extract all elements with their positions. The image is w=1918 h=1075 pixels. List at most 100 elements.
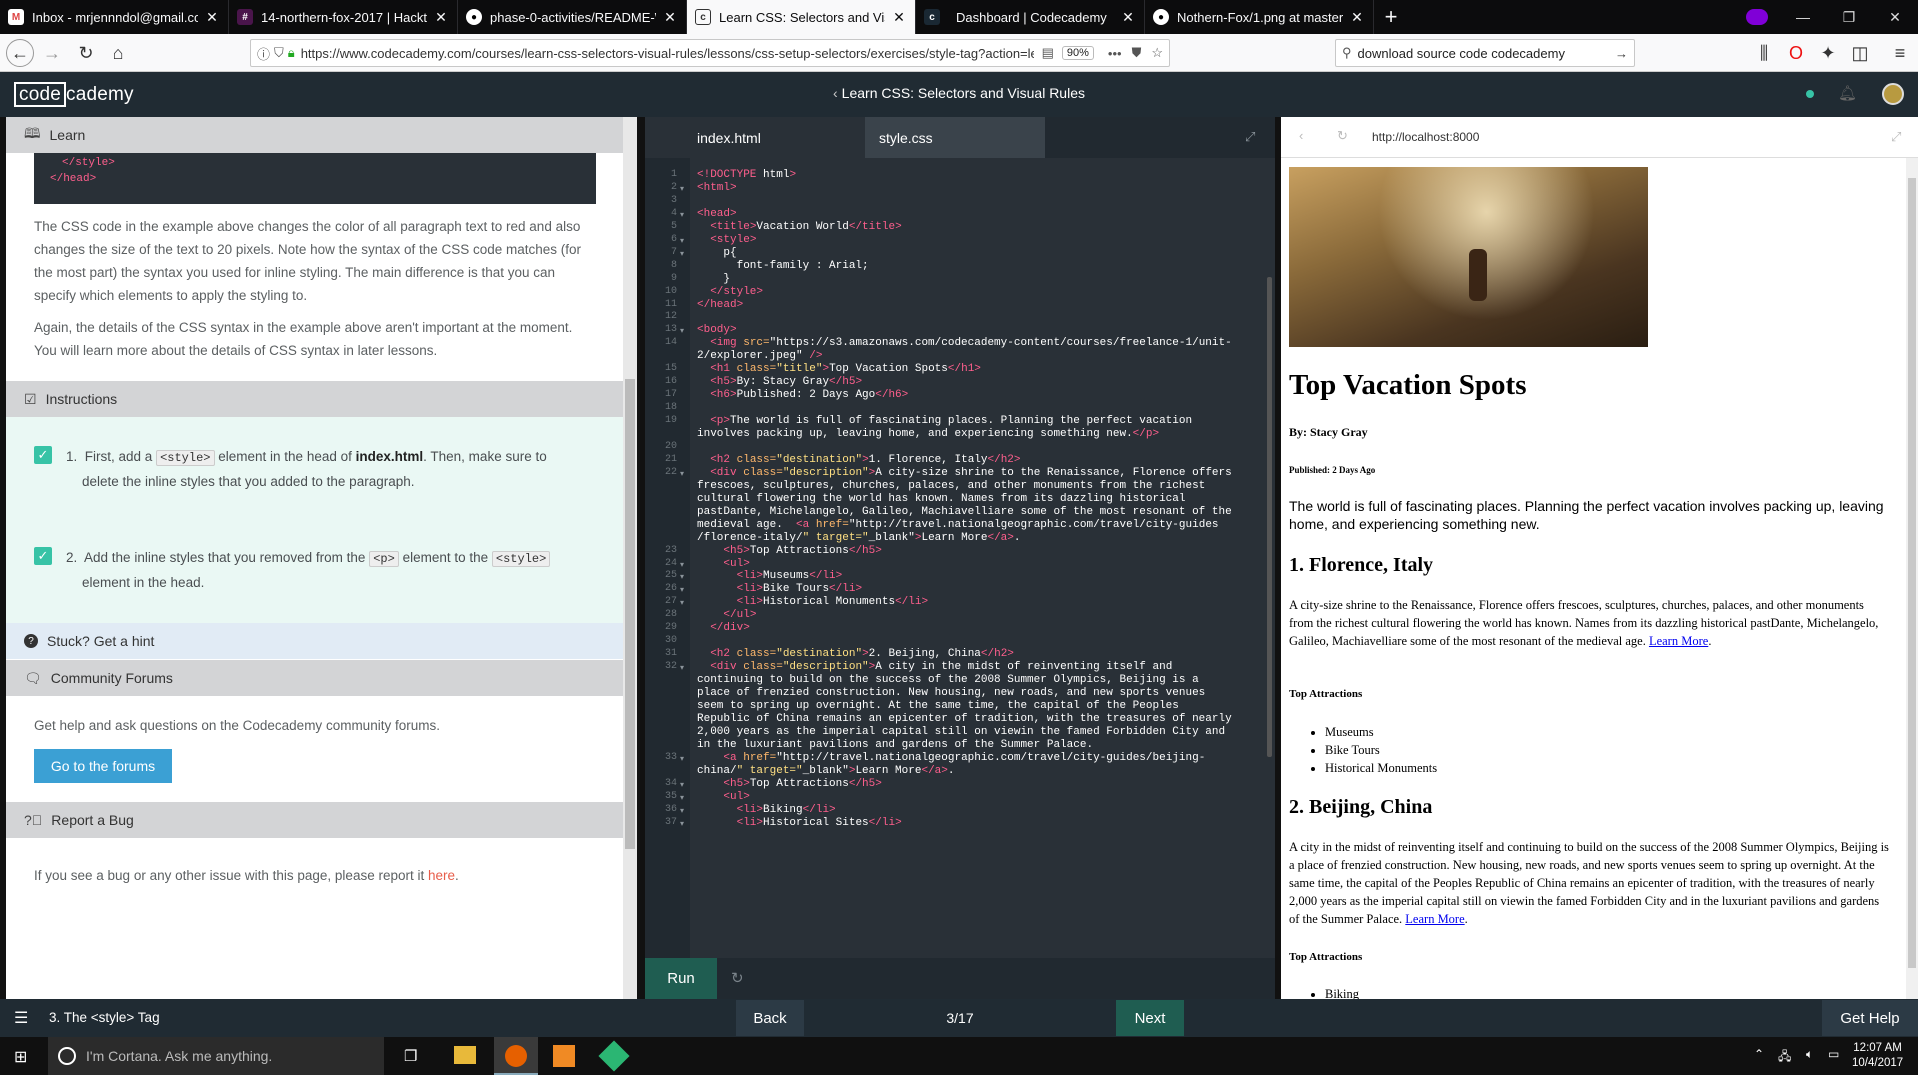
code-line[interactable] bbox=[697, 440, 1272, 454]
close-icon[interactable]: ✕ bbox=[204, 9, 220, 26]
close-icon[interactable]: ✕ bbox=[1349, 9, 1365, 26]
learn-more-link[interactable]: Learn More bbox=[1649, 634, 1708, 648]
sublime-text-icon[interactable] bbox=[553, 1045, 575, 1067]
close-icon[interactable]: ✕ bbox=[1120, 9, 1136, 26]
code-line[interactable]: Republic of China remains an epicenter o… bbox=[697, 712, 1272, 726]
notification-icon[interactable]: ▭ bbox=[1828, 1047, 1839, 1061]
preview-expand-icon[interactable]: ⤢ bbox=[1891, 129, 1901, 145]
code-line[interactable]: <h5>Top Attractions</h5> bbox=[697, 544, 1272, 558]
reader-view-icon[interactable]: ▤ bbox=[1042, 45, 1054, 61]
back-button[interactable]: Back bbox=[736, 1000, 804, 1036]
code-line[interactable]: <h5>Top Attractions</h5> bbox=[697, 777, 1272, 791]
code-line[interactable]: place of frenzied construction. New hous… bbox=[697, 686, 1272, 700]
code-line[interactable]: <h1 class="title">Top Vacation Spots</h1… bbox=[697, 362, 1272, 376]
report-bug-section-header[interactable]: ?⃝ Report a Bug bbox=[6, 802, 623, 838]
report-here-link[interactable]: here bbox=[428, 868, 455, 883]
code-line[interactable]: p{ bbox=[697, 246, 1272, 260]
windows-start-icon[interactable]: ⊞ bbox=[14, 1047, 27, 1067]
code-line[interactable]: <body> bbox=[697, 323, 1272, 337]
code-line[interactable]: </div> bbox=[697, 621, 1272, 635]
cortana-search[interactable]: I'm Cortana. Ask me anything. bbox=[48, 1037, 384, 1075]
reload-icon[interactable]: ↻ bbox=[72, 39, 100, 67]
go-to-forums-button[interactable]: Go to the forums bbox=[34, 749, 172, 783]
tab-github-readme[interactable]: ● phase-0-activities/README-W ✕ bbox=[458, 0, 687, 34]
code-line[interactable]: <h2 class="destination">2. Beijing, Chin… bbox=[697, 647, 1272, 661]
code-line[interactable]: <div class="description">A city-size shr… bbox=[697, 466, 1272, 480]
code-line[interactable]: </head> bbox=[697, 298, 1272, 312]
code-line[interactable]: china/" target="_blank">Learn More</a>. bbox=[697, 764, 1272, 778]
get-help-button[interactable]: Get Help bbox=[1822, 1000, 1918, 1036]
code-line[interactable] bbox=[697, 401, 1272, 415]
close-icon[interactable]: ✕ bbox=[891, 9, 907, 26]
preview-refresh-icon[interactable]: ↻ bbox=[1337, 128, 1348, 144]
go-arrow-icon[interactable]: → bbox=[1615, 46, 1628, 61]
instructions-section-header[interactable]: ☑ Instructions bbox=[6, 381, 623, 417]
close-icon[interactable]: ✕ bbox=[433, 9, 449, 26]
code-line[interactable]: 2,000 years as the imperial capital stil… bbox=[697, 725, 1272, 739]
code-line[interactable]: <head> bbox=[697, 207, 1272, 221]
chevron-left-icon[interactable]: ‹ bbox=[833, 85, 838, 101]
file-explorer-icon[interactable] bbox=[454, 1046, 476, 1064]
code-line[interactable]: <style> bbox=[697, 233, 1272, 247]
code-line[interactable]: <h6>Published: 2 Days Ago</h6> bbox=[697, 388, 1272, 402]
bookmark-star-icon[interactable]: ☆ bbox=[1151, 45, 1163, 61]
code-line[interactable]: <h5>By: Stacy Gray</h5> bbox=[697, 375, 1272, 389]
tab-gmail[interactable]: M Inbox - mrjennndol@gmail.com ✕ bbox=[0, 0, 229, 34]
network-icon[interactable]: 🖧︎ bbox=[1778, 1047, 1791, 1068]
info-icon[interactable]: ⓘ bbox=[257, 44, 270, 63]
code-line[interactable]: <p>The world is full of fascinating plac… bbox=[697, 414, 1272, 428]
next-button[interactable]: Next bbox=[1116, 1000, 1184, 1036]
pocket-icon[interactable]: ⛊ bbox=[1132, 45, 1142, 61]
lesson-name[interactable]: 3. The <style> Tag bbox=[49, 1010, 160, 1025]
left-scrollbar[interactable] bbox=[623, 117, 637, 999]
expand-icon[interactable]: ⤢ bbox=[1245, 129, 1255, 145]
editor-scrollbar[interactable] bbox=[1267, 277, 1272, 757]
extension-icon[interactable]: ✦ bbox=[1814, 39, 1842, 67]
code-line[interactable]: <ul> bbox=[697, 557, 1272, 571]
code-line[interactable]: } bbox=[697, 272, 1272, 286]
scrollbar-thumb[interactable] bbox=[625, 379, 635, 849]
clock[interactable]: 12:07 AM 10/4/2017 bbox=[1852, 1041, 1903, 1071]
code-line[interactable]: <li>Historical Monuments</li> bbox=[697, 595, 1272, 609]
opera-icon[interactable]: O bbox=[1782, 39, 1810, 67]
code-line[interactable]: <a href="http://travel.nationalgeographi… bbox=[697, 751, 1272, 765]
tab-dashboard[interactable]: c Dashboard | Codecademy ✕ bbox=[916, 0, 1145, 34]
code-line[interactable]: cultural flowering the world has known. … bbox=[697, 492, 1272, 506]
search-input[interactable]: download source code codecademy bbox=[1358, 46, 1615, 61]
code-line[interactable]: <li>Bike Tours</li> bbox=[697, 582, 1272, 596]
run-button[interactable]: Run bbox=[645, 958, 717, 999]
new-tab-button[interactable]: + bbox=[1374, 0, 1408, 34]
minimize-button[interactable]: — bbox=[1780, 0, 1826, 34]
close-icon[interactable]: ✕ bbox=[662, 9, 678, 26]
code-line[interactable]: <li>Biking</li> bbox=[697, 803, 1272, 817]
code-line[interactable]: <li>Historical Sites</li> bbox=[697, 816, 1272, 830]
code-line[interactable]: involves packing up, leaving home, and e… bbox=[697, 427, 1272, 441]
back-arrow-icon[interactable]: ← bbox=[6, 39, 34, 67]
code-line[interactable]: <li>Museums</li> bbox=[697, 569, 1272, 583]
code-line[interactable]: continuing to build on the success of th… bbox=[697, 673, 1272, 687]
preview-scrollbar[interactable] bbox=[1906, 158, 1918, 999]
code-line[interactable]: frescoes, sculptures, churches, palaces,… bbox=[697, 479, 1272, 493]
tab-github-image[interactable]: ● Nothern-Fox/1.png at master ✕ bbox=[1145, 0, 1374, 34]
tab-learn-css[interactable]: cLearn CSS: Selectors and Visual✕ bbox=[687, 0, 916, 34]
zoom-level[interactable]: 90% bbox=[1061, 46, 1094, 60]
code-line[interactable]: <title>Vacation World</title> bbox=[697, 220, 1272, 234]
code-line[interactable]: <img src="https://s3.amazonaws.com/codec… bbox=[697, 336, 1272, 350]
code-line[interactable]: <h2 class="destination">1. Florence, Ita… bbox=[697, 453, 1272, 467]
tray-chevron-icon[interactable]: ⌃ bbox=[1754, 1047, 1764, 1061]
volume-icon[interactable]: 🔈︎ bbox=[1806, 1047, 1813, 1062]
course-title[interactable]: Learn CSS: Selectors and Visual Rules bbox=[842, 85, 1085, 101]
code-line[interactable]: <ul> bbox=[697, 790, 1272, 804]
hamburger-menu-icon[interactable]: ≡ bbox=[1886, 39, 1914, 67]
check-icon[interactable]: ✓ bbox=[34, 446, 52, 464]
code-line[interactable]: seem to spring up overnight. At the same… bbox=[697, 699, 1272, 713]
forward-arrow-icon[interactable]: → bbox=[38, 39, 66, 67]
library-icon[interactable]: ⫼ bbox=[1750, 39, 1778, 67]
code-line[interactable]: </style> bbox=[697, 285, 1272, 299]
menu-icon[interactable]: ☰ bbox=[14, 1008, 28, 1028]
task-view-icon[interactable]: ❐ bbox=[404, 1047, 417, 1065]
code-line[interactable]: 2/explorer.jpeg" /> bbox=[697, 349, 1272, 363]
preview-back-icon[interactable]: ‹ bbox=[1299, 128, 1303, 143]
tab-style-css[interactable]: style.css bbox=[865, 117, 1045, 158]
learn-more-link[interactable]: Learn More bbox=[1405, 912, 1464, 926]
